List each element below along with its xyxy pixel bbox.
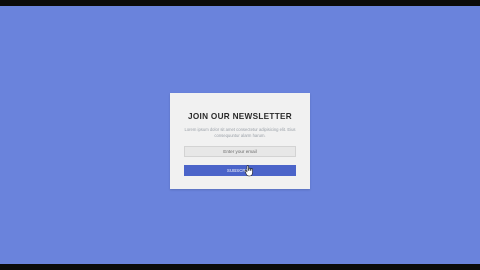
newsletter-card: JOIN OUR NEWSLETTER Lorem ipsum dolor si… [170, 93, 310, 189]
page-background: JOIN OUR NEWSLETTER Lorem ipsum dolor si… [0, 6, 480, 264]
newsletter-description: Lorem ipsum dolor sit amet consectetur a… [184, 127, 296, 138]
hand-pointer-icon [244, 165, 253, 177]
subscribe-button[interactable]: SUBSCRIBE [184, 165, 296, 176]
newsletter-title: JOIN OUR NEWSLETTER [188, 112, 292, 121]
email-input[interactable] [184, 146, 296, 157]
